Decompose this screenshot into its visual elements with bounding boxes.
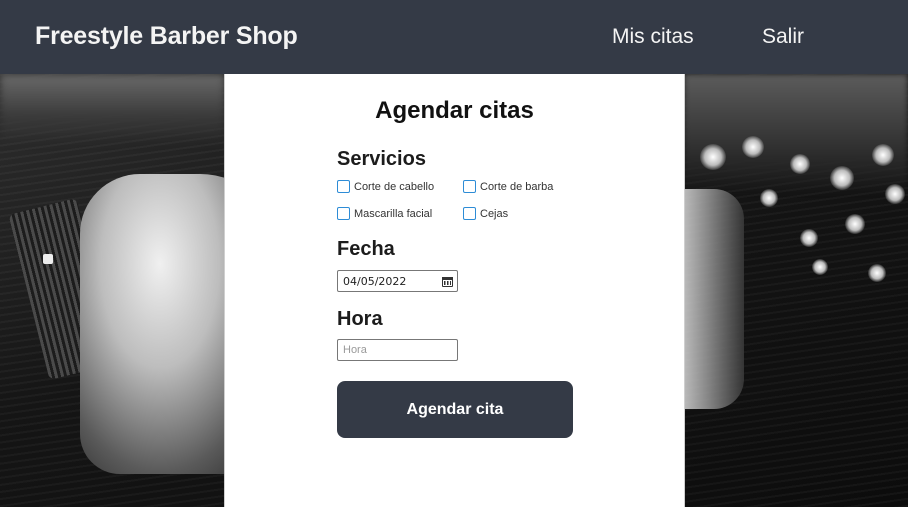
bokeh-light [790, 154, 810, 174]
fecha-value: 04/05/2022 [343, 274, 407, 288]
brand-title[interactable]: Freestyle Barber Shop [35, 22, 298, 51]
agendar-cita-button[interactable]: Agendar cita [337, 381, 573, 438]
checkbox-mascarilla[interactable] [337, 207, 350, 220]
checkbox-corte-barba[interactable] [463, 180, 476, 193]
fecha-label: Fecha [337, 238, 395, 260]
bokeh-light [700, 144, 726, 170]
service-label: Cejas [480, 207, 509, 220]
background-blur-right [684, 74, 908, 194]
servicios-label: Servicios [337, 148, 426, 170]
service-label: Corte de barba [480, 180, 554, 193]
bokeh-light [845, 214, 865, 234]
bokeh-light [872, 144, 894, 166]
checkbox-corte-cabello[interactable] [337, 180, 350, 193]
nav-mis-citas[interactable]: Mis citas [612, 25, 694, 49]
bokeh-light [800, 229, 818, 247]
service-label: Mascarilla facial [354, 207, 433, 220]
checkbox-cejas[interactable] [463, 207, 476, 220]
bokeh-light [885, 184, 905, 204]
calendar-icon[interactable] [442, 276, 453, 287]
bokeh-light [742, 136, 764, 158]
top-navbar: Freestyle Barber Shop Mis citas Salir [0, 0, 908, 74]
page-title: Agendar citas [375, 97, 534, 124]
hora-input[interactable] [337, 339, 458, 361]
hora-label: Hora [337, 308, 383, 330]
booking-card: Agendar citas Servicios Corte de cabello… [224, 74, 685, 507]
fecha-date-input[interactable]: 04/05/2022 [337, 270, 458, 292]
jar [684, 189, 744, 409]
service-option-corte-cabello[interactable]: Corte de cabello [337, 180, 434, 193]
service-option-mascarilla[interactable]: Mascarilla facial [337, 207, 432, 220]
bokeh-light [812, 259, 828, 275]
background-blur [0, 74, 225, 144]
nav-salir[interactable]: Salir [762, 25, 804, 49]
service-option-corte-barba[interactable]: Corte de barba [463, 180, 553, 193]
bokeh-light [760, 189, 778, 207]
service-option-cejas[interactable]: Cejas [463, 207, 508, 220]
service-label: Corte de cabello [354, 180, 435, 193]
bokeh-light [868, 264, 886, 282]
bokeh-light [830, 166, 854, 190]
clipper-switch [43, 254, 53, 264]
